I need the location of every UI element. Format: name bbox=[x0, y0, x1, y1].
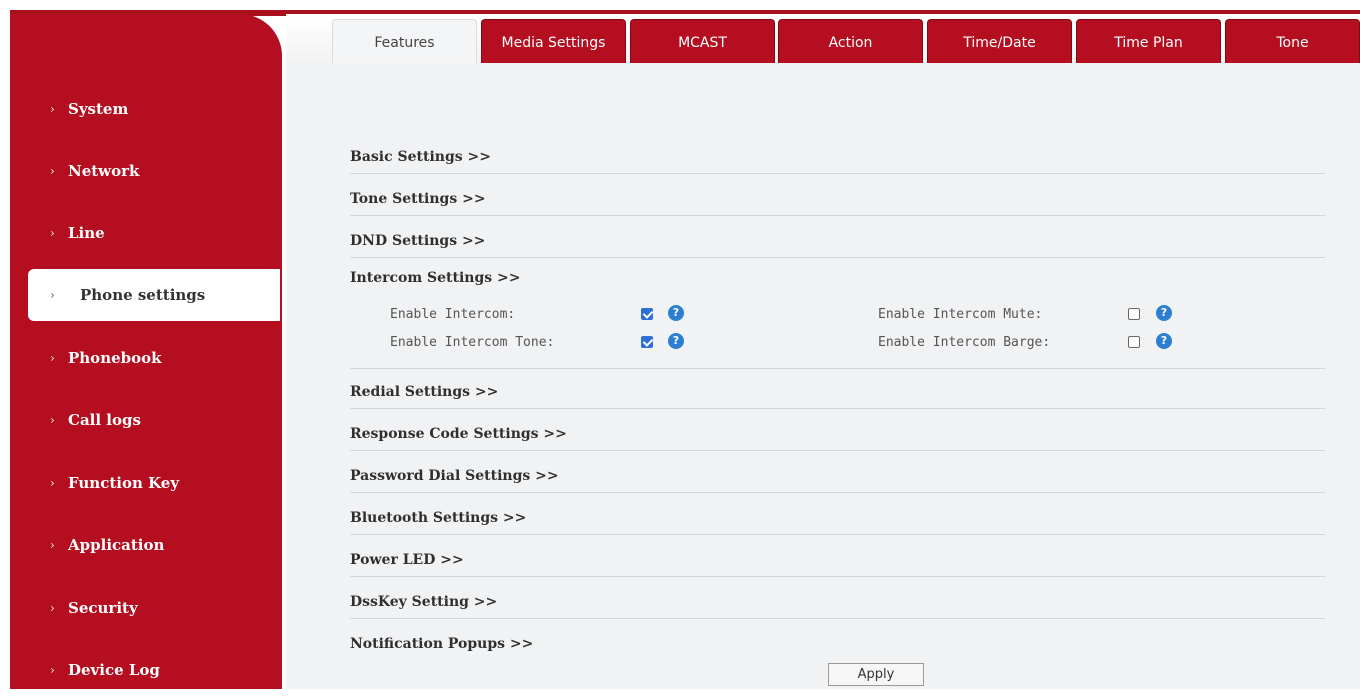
sidebar-item-system[interactable]: › System bbox=[10, 83, 282, 135]
sidebar-item-label: Line bbox=[68, 224, 105, 242]
enable-intercom-barge-checkbox[interactable] bbox=[1128, 336, 1140, 348]
section-intercom-settings: Intercom Settings >> Enable Intercom: ? … bbox=[350, 258, 1325, 369]
help-icon[interactable]: ? bbox=[668, 305, 684, 321]
section-title: Bluetooth Settings >> bbox=[350, 510, 527, 526]
enable-intercom-tone-label: Enable Intercom Tone: bbox=[390, 335, 555, 350]
apply-button[interactable]: Apply bbox=[828, 663, 924, 686]
section-title: Response Code Settings >> bbox=[350, 426, 567, 442]
sidebar-item-label: System bbox=[68, 100, 129, 118]
sidebar-item-network[interactable]: › Network bbox=[10, 145, 282, 197]
tab-action[interactable]: Action bbox=[778, 19, 923, 63]
sidebar-item-security[interactable]: › Security bbox=[10, 582, 282, 634]
sidebar-item-label: Application bbox=[68, 536, 165, 554]
enable-intercom-tone-checkbox[interactable] bbox=[641, 336, 653, 348]
chevron-right-icon: › bbox=[50, 102, 55, 116]
sidebar-item-label: Phone settings bbox=[80, 286, 206, 304]
section-password-dial-settings[interactable]: Password Dial Settings >> bbox=[350, 451, 1325, 493]
sidebar-item-label: Function Key bbox=[68, 474, 180, 492]
section-basic-settings[interactable]: Basic Settings >> bbox=[350, 132, 1325, 174]
sidebar-item-label: Security bbox=[68, 599, 138, 617]
section-title: Power LED >> bbox=[350, 552, 464, 568]
section-title: Password Dial Settings >> bbox=[350, 468, 559, 484]
section-notification-popups[interactable]: Notification Popups >> bbox=[350, 619, 1325, 660]
chevron-right-icon: › bbox=[50, 663, 55, 677]
section-title: Redial Settings >> bbox=[350, 384, 499, 400]
chevron-right-icon: › bbox=[50, 476, 55, 490]
section-title: Basic Settings >> bbox=[350, 149, 491, 165]
sidebar-item-label: Network bbox=[68, 162, 140, 180]
sidebar-item-call-logs[interactable]: › Call logs bbox=[10, 394, 282, 446]
tab-mcast[interactable]: MCAST bbox=[630, 19, 775, 63]
section-title[interactable]: Intercom Settings >> bbox=[350, 270, 520, 286]
sidebar-item-phonebook[interactable]: › Phonebook bbox=[10, 332, 282, 384]
sidebar-item-device-log[interactable]: › Device Log bbox=[10, 644, 282, 696]
section-title: DND Settings >> bbox=[350, 233, 486, 249]
enable-intercom-checkbox[interactable] bbox=[641, 308, 653, 320]
sidebar-item-function-key[interactable]: › Function Key bbox=[10, 457, 282, 509]
tab-time-plan[interactable]: Time Plan bbox=[1076, 19, 1221, 63]
section-dsskey-setting[interactable]: DssKey Setting >> bbox=[350, 577, 1325, 619]
section-power-led[interactable]: Power LED >> bbox=[350, 535, 1325, 577]
section-response-code-settings[interactable]: Response Code Settings >> bbox=[350, 409, 1325, 451]
section-tone-settings[interactable]: Tone Settings >> bbox=[350, 174, 1325, 216]
sidebar: › System › Network › Line › Phone settin… bbox=[10, 14, 282, 689]
section-redial-settings[interactable]: Redial Settings >> bbox=[350, 367, 1325, 409]
chevron-right-icon: › bbox=[50, 538, 55, 552]
section-title: DssKey Setting >> bbox=[350, 594, 498, 610]
chevron-right-icon: › bbox=[50, 288, 55, 302]
chevron-right-icon: › bbox=[50, 226, 55, 240]
section-title: Tone Settings >> bbox=[350, 191, 486, 207]
sidebar-item-phone-settings[interactable]: › Phone settings bbox=[28, 269, 280, 321]
tab-media-settings[interactable]: Media Settings bbox=[481, 19, 626, 63]
section-dnd-settings[interactable]: DND Settings >> bbox=[350, 216, 1325, 258]
help-icon[interactable]: ? bbox=[668, 333, 684, 349]
section-bluetooth-settings[interactable]: Bluetooth Settings >> bbox=[350, 493, 1325, 535]
sidebar-item-line[interactable]: › Line bbox=[10, 207, 282, 259]
enable-intercom-mute-checkbox[interactable] bbox=[1128, 308, 1140, 320]
tab-time-date[interactable]: Time/Date bbox=[927, 19, 1072, 63]
sidebar-item-label: Phonebook bbox=[68, 349, 162, 367]
help-icon[interactable]: ? bbox=[1156, 333, 1172, 349]
help-icon[interactable]: ? bbox=[1156, 305, 1172, 321]
chevron-right-icon: › bbox=[50, 164, 55, 178]
chevron-right-icon: › bbox=[50, 413, 55, 427]
sidebar-item-label: Device Log bbox=[68, 661, 160, 679]
tab-features[interactable]: Features bbox=[332, 19, 477, 63]
chevron-right-icon: › bbox=[50, 601, 55, 615]
sidebar-item-application[interactable]: › Application bbox=[10, 519, 282, 571]
tab-tone[interactable]: Tone bbox=[1225, 19, 1360, 63]
section-title: Notification Popups >> bbox=[350, 636, 534, 652]
sidebar-item-label: Call logs bbox=[68, 411, 141, 429]
chevron-right-icon: › bbox=[50, 351, 55, 365]
enable-intercom-barge-label: Enable Intercom Barge: bbox=[878, 335, 1051, 350]
